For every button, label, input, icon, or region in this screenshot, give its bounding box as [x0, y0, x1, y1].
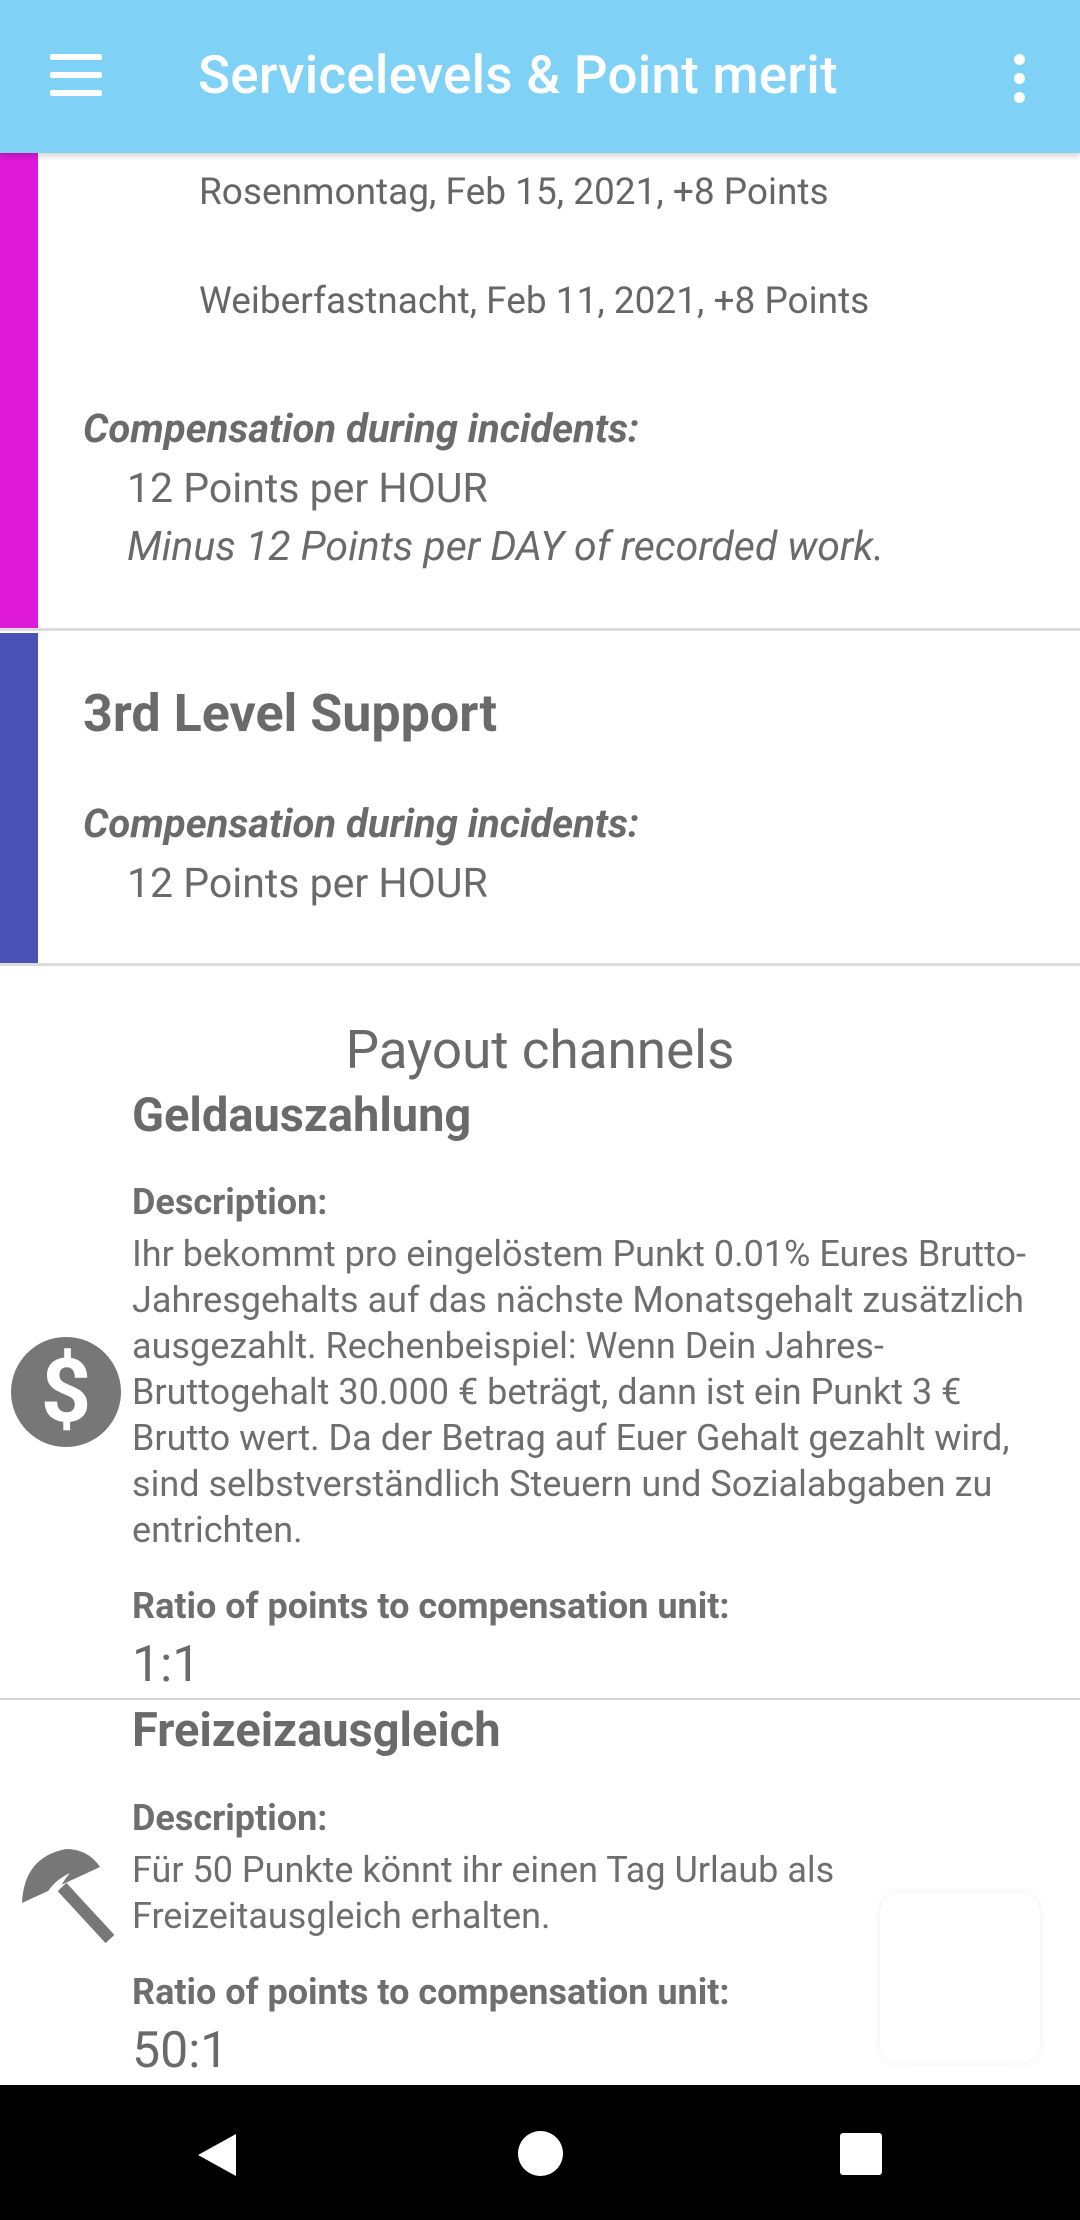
description-label: Description:: [132, 1181, 328, 1223]
app-bar: Servicelevels & Point merit: [0, 0, 1080, 153]
home-circle-icon[interactable]: [518, 2131, 563, 2176]
more-vert-icon[interactable]: [1000, 52, 1038, 104]
compensation-deduction: Minus 12 Points per DAY of recorded work…: [127, 523, 885, 571]
level-title: 3rd Level Support: [83, 683, 498, 744]
app-title: Servicelevels & Point merit: [198, 44, 838, 106]
ratio-label: Ratio of points to compensation unit:: [132, 1585, 730, 1627]
ratio-value: 50:1: [132, 2022, 229, 2080]
holiday-entry: Weiberfastnacht, Feb 11, 2021, +8 Points: [199, 280, 870, 323]
beach-umbrella-icon: [22, 1849, 115, 1944]
divider: [0, 1698, 1080, 1700]
compensation-rate: 12 Points per HOUR: [127, 465, 488, 513]
divider: [0, 628, 1080, 631]
recents-square-icon[interactable]: [840, 2133, 882, 2175]
description-label: Description:: [132, 1797, 328, 1839]
floating-action-button[interactable]: [880, 1893, 1040, 2063]
divider: [0, 963, 1080, 966]
compensation-label: Compensation during incidents:: [83, 405, 640, 452]
dollar-icon: $: [11, 1337, 121, 1447]
hamburger-menu-icon[interactable]: [46, 50, 108, 100]
holiday-entry: Rosenmontag, Feb 15, 2021, +8 Points: [199, 171, 829, 214]
level-color-stripe: [0, 633, 38, 963]
compensation-rate: 12 Points per HOUR: [127, 860, 488, 908]
payout-channels-heading: Payout channels: [345, 1019, 735, 1081]
channel-title: Freizeizausgleich: [132, 1703, 501, 1758]
scroll-content[interactable]: Rosenmontag, Feb 15, 2021, +8 Points Wei…: [0, 153, 1080, 2085]
ratio-value: 1:1: [132, 1636, 201, 1694]
channel-description: Ihr bekommt pro eingelöstem Punkt 0.01% …: [132, 1233, 1026, 1551]
level-color-stripe: [0, 153, 38, 628]
channel-title: Geldauszahlung: [132, 1088, 472, 1143]
back-triangle-icon[interactable]: [198, 2134, 236, 2176]
ratio-label: Ratio of points to compensation unit:: [132, 1971, 730, 2013]
compensation-label: Compensation during incidents:: [83, 800, 640, 847]
